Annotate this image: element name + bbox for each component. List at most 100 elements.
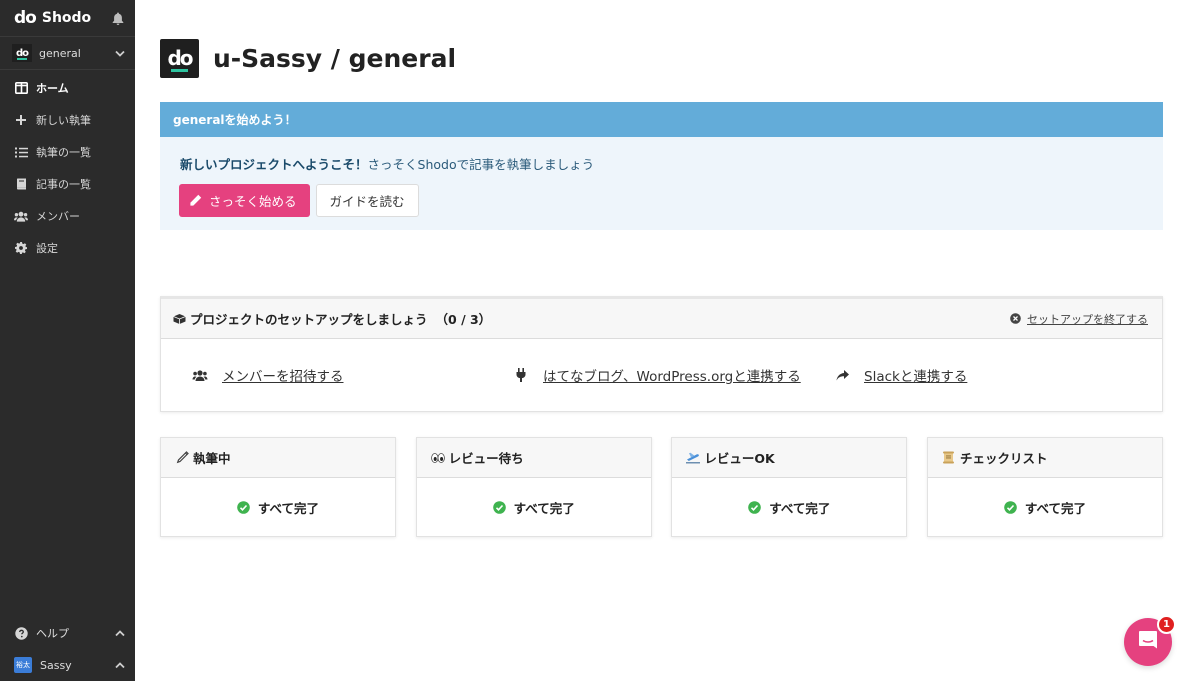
welcome-heading: generalを始めよう！ (160, 102, 1163, 137)
setup-links: メンバーを招待する はてなブログ、WordPress.orgと連携する Slac… (161, 339, 1162, 412)
sidebar-bottom: ヘルプ 裕太 Sassy (0, 617, 135, 681)
welcome-actions: さっそく始める ガイドを読む (179, 184, 1163, 217)
help-menu[interactable]: ヘルプ (0, 617, 135, 649)
setup-progress: （0 / 3） (435, 312, 492, 327)
welcome-panel: generalを始めよう！ 新しいプロジェクトへようこそ！さっそくShodoで記… (160, 102, 1163, 230)
sidebar-item-members[interactable]: メンバー (0, 200, 135, 232)
gear-icon (14, 241, 28, 255)
sidebar-item-new-writing[interactable]: 新しい執筆 (0, 104, 135, 136)
card-title: 執筆中 (193, 451, 231, 466)
project-logo: do (12, 44, 32, 62)
sidebar-item-label: 新しい執筆 (36, 114, 91, 127)
question-icon (14, 626, 28, 640)
connect-blog-link[interactable]: はてなブログ、WordPress.orgと連携する (513, 365, 801, 385)
card-status: すべて完了 (672, 478, 906, 536)
scroll-icon (942, 451, 956, 465)
sidebar-item-label: メンバー (36, 210, 80, 223)
card-checklist[interactable]: チェックリスト すべて完了 (926, 437, 1163, 537)
setup-title-text: プロジェクトのセットアップをしましょう (190, 312, 428, 327)
airplane-icon (686, 451, 701, 465)
start-button-label: さっそく始める (209, 195, 297, 209)
card-status: すべて完了 (161, 478, 395, 536)
setup-header: プロジェクトのセットアップをしましょう （0 / 3） セットアップを終了する (161, 299, 1162, 339)
project-logo: do (160, 38, 199, 78)
pencil-icon (189, 194, 203, 208)
main-content: do u-Sassy / general generalを始めよう！ 新しいプロ… (160, 0, 1163, 537)
users-icon (14, 209, 28, 223)
start-button[interactable]: さっそく始める (179, 184, 310, 217)
sidebar-item-home[interactable]: ホーム (0, 72, 135, 104)
invite-members-label: メンバーを招待する (222, 369, 344, 385)
card-writing[interactable]: 執筆中 すべて完了 (160, 437, 396, 537)
card-status: すべて完了 (417, 478, 651, 536)
card-header: レビューOK (672, 438, 907, 478)
card-header: レビュー待ち (416, 438, 651, 478)
plus-icon (14, 113, 28, 127)
sidebar-item-label: ホーム (36, 82, 69, 95)
user-name: Sassy (40, 658, 72, 672)
check-circle-icon (237, 500, 250, 514)
end-setup-label: セットアップを終了する (1027, 312, 1148, 326)
book-icon (14, 177, 28, 191)
page-header: do u-Sassy / general (160, 0, 1163, 112)
close-circle-icon (1010, 313, 1022, 325)
list-icon (14, 145, 28, 159)
chevron-up-icon (115, 628, 125, 638)
chevron-up-icon (115, 660, 125, 670)
check-circle-icon (1004, 500, 1017, 514)
card-title: チェックリスト (959, 451, 1048, 466)
card-status-text: すべて完了 (1024, 500, 1087, 516)
help-label: ヘルプ (36, 627, 69, 640)
brand[interactable]: do Shodo (0, 0, 135, 36)
sidebar-item-writing-list[interactable]: 執筆の一覧 (0, 136, 135, 168)
sidebar-item-label: 設定 (36, 242, 58, 255)
connect-slack-link[interactable]: Slackと連携する (834, 365, 967, 385)
chevron-down-icon (115, 48, 125, 58)
invite-members-link[interactable]: メンバーを招待する (192, 365, 344, 385)
sidebar-item-label: 執筆の一覧 (36, 146, 91, 159)
welcome-message: 新しいプロジェクトへようこそ！さっそくShodoで記事を執筆しましょう (160, 137, 1163, 173)
avatar: 裕太 (14, 657, 32, 673)
columns-icon (14, 81, 28, 95)
card-status-text: すべて完了 (257, 500, 320, 516)
sidebar-nav: ホーム 新しい執筆 執筆の一覧 記事の一覧 メンバー 設定 (0, 72, 135, 264)
setup-title: プロジェクトのセットアップをしましょう （0 / 3） (173, 309, 1010, 328)
check-circle-icon (748, 500, 762, 514)
sidebar-item-settings[interactable]: 設定 (0, 232, 135, 264)
brand-logo: do (14, 8, 37, 28)
card-header: 執筆中 (161, 438, 395, 478)
project-switcher[interactable]: do general (0, 36, 135, 70)
card-title: レビュー待ち (448, 451, 524, 466)
plug-icon (513, 368, 529, 382)
card-review-ok[interactable]: レビューOK すべて完了 (671, 437, 908, 537)
card-status: すべて完了 (928, 478, 1162, 536)
eyes-icon (430, 451, 445, 465)
users-icon (192, 368, 208, 382)
brand-name: Shodo (41, 10, 92, 26)
welcome-message-strong: 新しいプロジェクトへようこそ！ (180, 157, 368, 172)
card-title: レビューOK (704, 451, 775, 466)
connect-blog-label: はてなブログ、WordPress.orgと連携する (543, 369, 801, 385)
check-circle-icon (492, 500, 506, 514)
sidebar-item-article-list[interactable]: 記事の一覧 (0, 168, 135, 200)
pencil-icon (175, 451, 189, 465)
share-icon (834, 368, 850, 382)
setup-panel: プロジェクトのセットアップをしましょう （0 / 3） セットアップを終了する … (160, 296, 1163, 412)
page-title: u-Sassy / general (213, 43, 457, 73)
user-menu[interactable]: 裕太 Sassy (0, 649, 135, 681)
end-setup-link[interactable]: セットアップを終了する (1010, 311, 1148, 327)
sidebar-item-label: 記事の一覧 (36, 178, 91, 191)
card-status-text: すべて完了 (769, 500, 831, 516)
bell-icon[interactable] (111, 11, 125, 25)
connect-slack-label: Slackと連携する (864, 369, 968, 385)
chat-icon (1137, 629, 1159, 655)
chat-unread-badge: 1 (1157, 615, 1176, 634)
box-icon (173, 313, 186, 325)
card-header: チェックリスト (927, 438, 1162, 478)
project-name: general (39, 46, 81, 60)
sidebar: do Shodo do general ホーム 新しい執筆 執筆の一覧 記事の一… (0, 0, 135, 681)
card-status-text: すべて完了 (513, 500, 575, 516)
welcome-message-text: さっそくShodoで記事を執筆しましょう (367, 157, 595, 172)
card-review-waiting[interactable]: レビュー待ち すべて完了 (415, 437, 652, 537)
guide-button[interactable]: ガイドを読む (315, 184, 419, 217)
